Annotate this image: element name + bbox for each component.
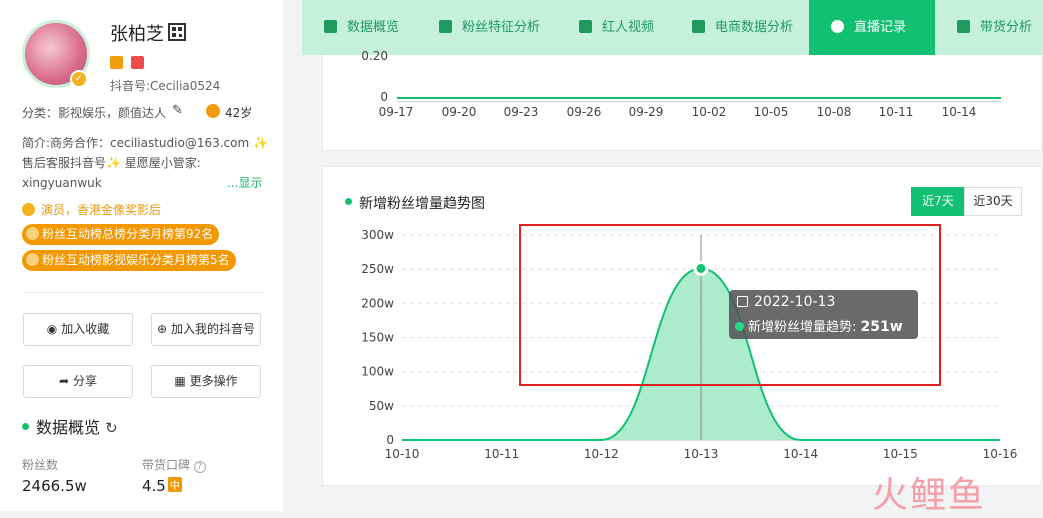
add-my-douyin-label: 加入我的抖音号	[171, 322, 256, 336]
range-30-days-button[interactable]: 近30天	[964, 187, 1022, 216]
honor: 演员，香港金像奖影后	[22, 201, 161, 218]
rank-text: 粉丝互动榜影视娱乐分类月榜第5名	[42, 253, 230, 267]
reputation-score: 4.5	[142, 477, 166, 495]
more-actions-label: 更多操作	[189, 374, 238, 388]
x-tick: 09-26	[566, 105, 602, 119]
x-tick: 10-08	[816, 105, 852, 119]
clock-icon	[831, 20, 844, 33]
tab-bar: 数据概览 粉丝特征分析 红人视频 电商数据分析 直播记录 带货分析	[302, 0, 1043, 55]
tab-label: 电商数据分析	[715, 20, 794, 35]
share-icon: ➦	[58, 374, 70, 388]
tab-fans-analysis[interactable]: 粉丝特征分析	[439, 0, 540, 55]
age-icon	[206, 104, 220, 118]
share-label: 分享	[73, 374, 98, 388]
fan-chart-title: 新增粉丝增量趋势图	[345, 193, 485, 213]
grid-icon: ▦	[174, 374, 186, 388]
live-series-line	[397, 97, 1001, 99]
tab-label: 带货分析	[980, 20, 1033, 35]
crown-icon	[26, 253, 39, 266]
y-tick: 0	[380, 90, 388, 104]
shop-badge-icon	[110, 56, 123, 69]
profile-panel: ✓ 张柏芝 抖音号:Cecilia0524 分类：影视娱乐，颜值达人 ✎ 42岁…	[0, 0, 283, 511]
overview-title: 数据概览 ↻	[22, 414, 118, 438]
edit-icon[interactable]: ✎	[172, 103, 183, 118]
x-tick: 09-29	[628, 105, 664, 119]
live-chart-card: 0.20 0 09-17 09-20 09-23 09-26 09-29 10-…	[322, 49, 1042, 151]
fans-label: 粉丝数	[22, 458, 59, 472]
tab-label: 粉丝特征分析	[462, 20, 541, 35]
tab-data-overview[interactable]: 数据概览	[324, 0, 399, 55]
tab-live-records[interactable]: 直播记录	[809, 0, 935, 55]
section-dot	[22, 423, 29, 430]
cart-icon	[692, 20, 705, 33]
profile-name: 张柏芝	[110, 24, 164, 45]
divider	[22, 292, 262, 293]
category: 分类：影视娱乐，颜值达人	[22, 106, 167, 120]
fans-value: 2466.5w	[22, 477, 87, 495]
highlight-box	[519, 224, 941, 386]
video-icon	[579, 20, 592, 33]
douyin-id: 抖音号:Cecilia0524	[110, 79, 221, 93]
add-favorite-button[interactable]: ◉ 加入收藏	[23, 313, 133, 346]
crown-icon	[26, 227, 39, 240]
verified-icon: ✓	[70, 70, 88, 88]
plus-circle-icon: ⊕	[156, 322, 168, 336]
x-tick: 10-02	[691, 105, 727, 119]
x-tick: 10-05	[753, 105, 789, 119]
x-tick: 10-14	[941, 105, 977, 119]
x-tick: 09-23	[503, 105, 539, 119]
add-favorite-label: 加入收藏	[61, 322, 110, 336]
y-tick: 0.20	[361, 49, 388, 63]
more-actions-button[interactable]: ▦ 更多操作	[151, 365, 261, 398]
tab-label: 数据概览	[347, 20, 400, 35]
reputation-tag: 中	[167, 477, 182, 492]
overview-title-text: 数据概览	[36, 418, 101, 437]
watermark: 火鲤鱼	[872, 475, 987, 516]
add-my-douyin-button[interactable]: ⊕ 加入我的抖音号	[151, 313, 261, 346]
share-button[interactable]: ➦ 分享	[23, 365, 133, 398]
rank-badge: 粉丝互动榜影视娱乐分类月榜第5名	[22, 250, 236, 271]
refresh-icon[interactable]: ↻	[105, 419, 118, 437]
favorite-icon: ◉	[46, 322, 58, 336]
bio: 简介:商务合作：ceciliastudio@163.com ✨ 售后客服抖音号✨…	[22, 133, 272, 193]
qr-code-icon[interactable]	[168, 23, 186, 41]
live-badge-icon	[131, 56, 144, 69]
x-tick: 09-20	[441, 105, 477, 119]
help-icon[interactable]: ?	[193, 461, 206, 473]
bio-expand-link[interactable]: ...显示	[227, 173, 262, 193]
tab-label: 直播记录	[854, 20, 907, 35]
reputation-label-text: 带货口碑	[142, 458, 191, 472]
bag-icon	[957, 20, 970, 33]
reputation-value: 4.5 中	[142, 477, 182, 495]
honor-text: 演员，香港金像奖影后	[41, 203, 162, 217]
age: 42岁	[225, 106, 253, 120]
tab-influencer-videos[interactable]: 红人视频	[579, 0, 654, 55]
tab-sales-analysis[interactable]: 带货分析	[957, 0, 1032, 55]
section-dot	[345, 198, 352, 205]
fan-chart-title-text: 新增粉丝增量趋势图	[359, 196, 485, 212]
honor-icon	[22, 203, 35, 216]
rank-text: 粉丝互动榜总榜分类月榜第92名	[42, 227, 214, 241]
x-axis	[397, 101, 1001, 102]
x-tick: 09-17	[378, 105, 414, 119]
tab-ecommerce-analysis[interactable]: 电商数据分析	[692, 0, 793, 55]
tab-label: 红人视频	[602, 20, 655, 35]
bio-line: 简介:商务合作：ceciliastudio@163.com ✨	[22, 136, 268, 150]
id-card-icon	[439, 20, 452, 33]
reputation-label: 带货口碑 ?	[142, 456, 206, 473]
x-tick: 10-11	[878, 105, 914, 119]
pie-icon	[324, 20, 337, 33]
rank-badge: 粉丝互动榜总榜分类月榜第92名	[22, 224, 220, 245]
range-7-days-button[interactable]: 近7天	[911, 187, 965, 216]
bio-line: 售后客服抖音号✨ 星愿屋小管家:	[22, 156, 201, 170]
